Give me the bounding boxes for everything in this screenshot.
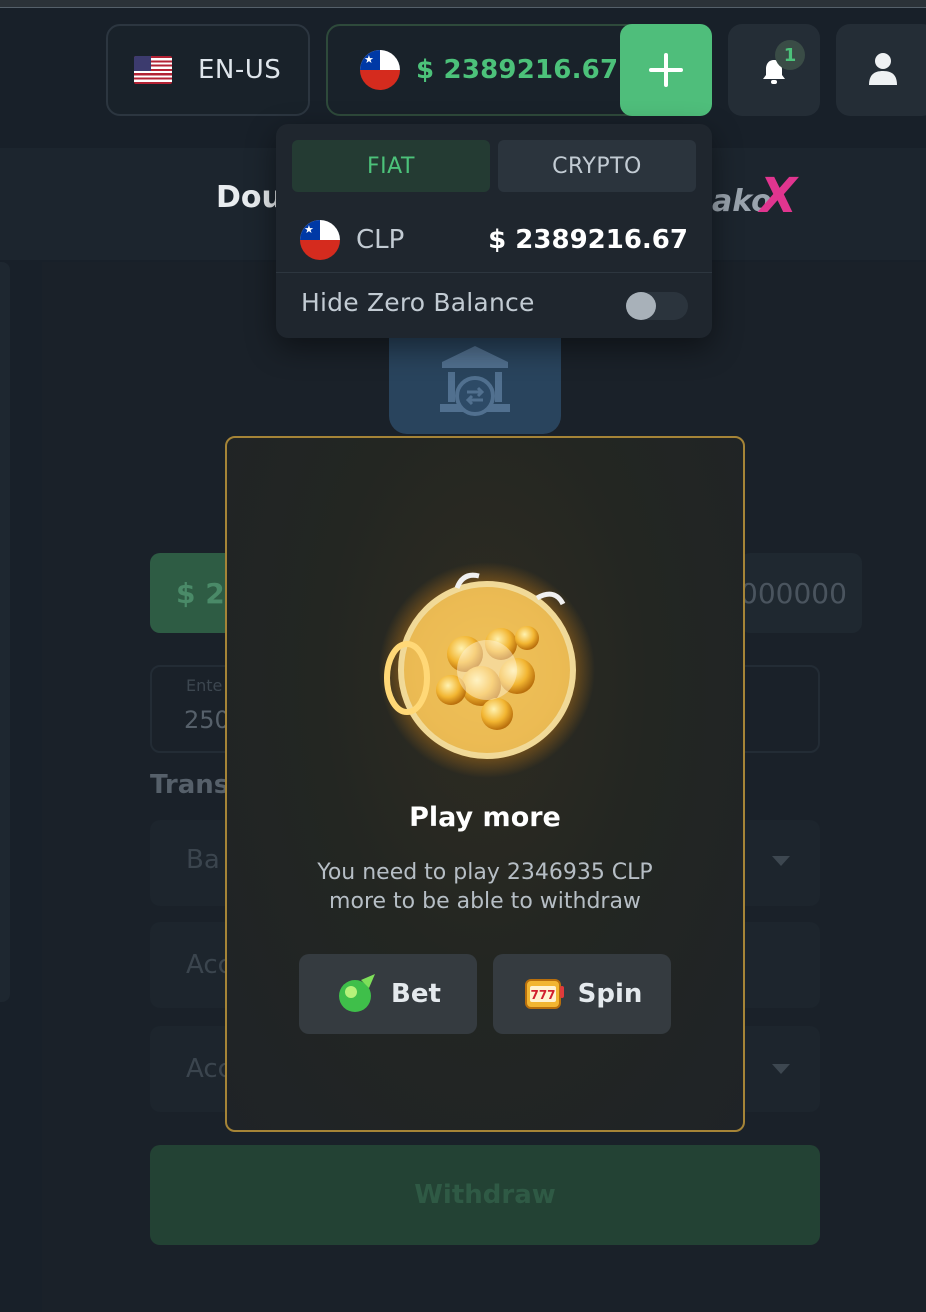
modal-description-line: You need to play 2346935 CLP [317,860,653,885]
profile-button[interactable] [836,24,926,116]
play-more-modal: Play more You need to play 2346935 CLP m… [225,436,745,1132]
currency-dropdown: FIAT CRYPTO CLP $ 2389216.67 Hide Zero B… [276,124,712,338]
balance-amount: $ 2389216.67 [416,55,619,85]
toggle-knob [626,292,656,320]
hide-zero-balance-label: Hide Zero Balance [301,288,535,317]
amount-input-value: 250 [184,706,230,734]
currency-row-clp[interactable]: CLP $ 2389216.67 [276,208,712,272]
brand-logo-mark: X [760,168,798,224]
divider [276,272,712,273]
modal-description-line: more to be able to withdraw [329,889,641,914]
bet-button[interactable]: Bet [299,954,477,1034]
browser-top-edge [0,0,926,8]
bank-transfer-icon [440,346,510,416]
coin-pot-illustration [379,562,595,778]
hide-zero-balance-toggle[interactable] [626,292,688,320]
modal-title: Play more [409,802,561,833]
spin-label: Spin [577,979,643,1009]
chile-flag-icon [360,50,400,90]
deposit-plus-button[interactable] [620,24,712,116]
notifications-button[interactable]: 1 [728,24,820,116]
currency-amount: $ 2389216.67 [488,225,688,255]
svg-text:777: 777 [530,988,555,1002]
user-icon [869,53,897,85]
spin-button[interactable]: 777 Spin [493,954,671,1034]
brand-text-left: Dou [216,180,283,215]
side-panel [0,262,10,1002]
language-label: EN-US [198,55,282,85]
tab-fiat[interactable]: FIAT [292,140,490,192]
slot-machine-icon: 777 [524,979,564,1009]
language-selector-button[interactable]: EN-US [106,24,310,116]
max-amount-chip[interactable]: 000000 [740,553,862,633]
currency-code: CLP [356,225,405,255]
chevron-down-icon [772,856,790,866]
amount-input-label: Ente [186,676,223,695]
chevron-down-icon [772,1064,790,1074]
chile-flag-icon [300,220,340,260]
tab-crypto[interactable]: CRYPTO [498,140,696,192]
modal-description: You need to play 2346935 CLP more to be … [267,858,703,916]
bet-label: Bet [391,979,441,1009]
us-flag-icon [134,56,172,84]
notification-count-badge: 1 [775,40,805,70]
withdraw-button[interactable]: Withdraw [150,1145,820,1245]
sports-ball-icon [339,974,376,1012]
bank-select-placeholder: Ba [186,845,220,875]
